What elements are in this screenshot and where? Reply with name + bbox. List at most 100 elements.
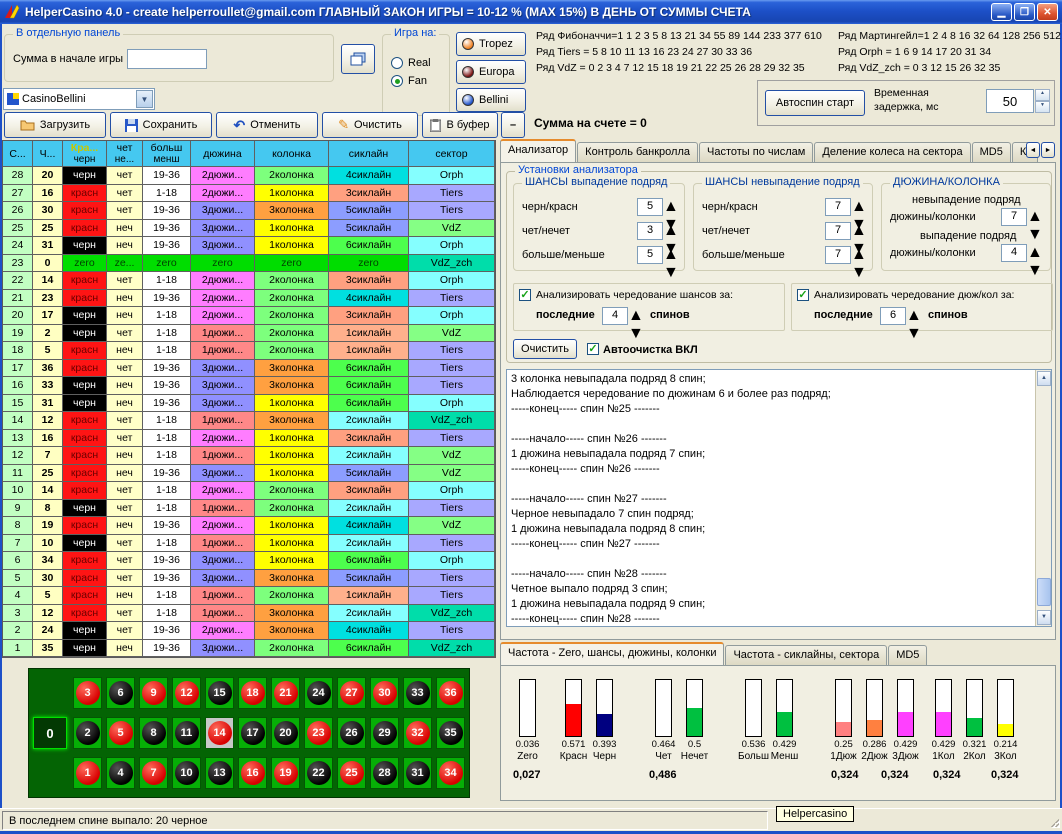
frequency-tab-0[interactable]: Частота - Zero, шансы, дюжины, колонки [500, 642, 724, 665]
dozen-noappear-spinner[interactable]: 7▲▼ [1001, 208, 1042, 226]
board-cell-9[interactable]: 9 [139, 677, 168, 709]
log-scrollbar[interactable]: ▲ ▼ [1035, 370, 1051, 626]
spinner-arrows[interactable]: ▲▼ [663, 198, 678, 216]
board-cell-33[interactable]: 33 [403, 677, 432, 709]
frequency-tab-1[interactable]: Частота - сиклайны, сектора [725, 645, 887, 665]
radio-real[interactable] [391, 57, 403, 69]
dozen-appear-spinner[interactable]: 4▲▼ [1001, 244, 1042, 262]
alternation-chances-checkbox[interactable]: ✓ [519, 289, 531, 301]
chances-noappear-spinner[interactable]: 7▲▼ [825, 222, 866, 240]
start-sum-input[interactable] [127, 49, 207, 69]
resize-grip[interactable] [1047, 815, 1060, 828]
spinner-arrows[interactable]: ▲▼ [663, 246, 678, 264]
board-cell-15[interactable]: 15 [205, 677, 234, 709]
scroll-thumb[interactable] [1037, 578, 1051, 606]
chances-noappear-spinner[interactable]: 7▲▼ [825, 198, 866, 216]
game-radio-option[interactable]: Real [391, 57, 447, 69]
board-cell-16[interactable]: 16 [238, 757, 267, 789]
game-radio-option[interactable]: Fan [391, 75, 447, 87]
board-cell-20[interactable]: 20 [271, 717, 300, 749]
spinner-arrows[interactable]: ▲▼ [663, 222, 678, 240]
board-cell-25[interactable]: 25 [337, 757, 366, 789]
board-cell-2[interactable]: 2 [73, 717, 102, 749]
analyzer-tab-3[interactable]: Деление колеса на сектора [814, 142, 970, 162]
spinner-arrows[interactable]: ▲▼ [851, 246, 866, 264]
chances-noappear-spinner[interactable]: 7▲▼ [825, 246, 866, 264]
load-button[interactable]: Загрузить [4, 112, 106, 138]
analyzer-tab-1[interactable]: Контроль банкролла [577, 142, 698, 162]
board-cell-22[interactable]: 22 [304, 757, 333, 789]
board-cell-4[interactable]: 4 [106, 757, 135, 789]
tab-scroll-right-button[interactable]: ► [1041, 142, 1055, 158]
board-cell-36[interactable]: 36 [436, 677, 465, 709]
spinner-arrows[interactable]: ▲▼ [851, 198, 866, 216]
tab-scroll-left-button[interactable]: ◄ [1026, 142, 1040, 158]
collapse-button[interactable]: – [501, 112, 525, 138]
board-cell-18[interactable]: 18 [238, 677, 267, 709]
board-cell-1[interactable]: 1 [73, 757, 102, 789]
radio-fan[interactable] [391, 75, 403, 87]
autoclear-checkbox[interactable]: ✓ [587, 343, 599, 355]
board-cell-34[interactable]: 34 [436, 757, 465, 789]
spinner-arrows[interactable]: ▲▼ [851, 222, 866, 240]
frequency-tab-2[interactable]: MD5 [888, 645, 927, 665]
board-cell-17[interactable]: 17 [238, 717, 267, 749]
to-buffer-button[interactable]: В буфер [422, 112, 498, 138]
close-button[interactable]: ✕ [1037, 3, 1058, 21]
board-cell-5[interactable]: 5 [106, 717, 135, 749]
board-cell-26[interactable]: 26 [337, 717, 366, 749]
board-cell-11[interactable]: 11 [172, 717, 201, 749]
board-cell-12[interactable]: 12 [172, 677, 201, 709]
board-cell-30[interactable]: 30 [370, 677, 399, 709]
minimize-button[interactable]: ▁ [991, 3, 1012, 21]
casino-button-bellini[interactable]: Bellini [456, 88, 526, 112]
board-cell-3[interactable]: 3 [73, 677, 102, 709]
board-cell-zero[interactable]: 0 [33, 717, 67, 749]
analyzer-log[interactable]: 3 колонка невыпадала подряд 8 спин; Набл… [506, 369, 1052, 627]
analyzer-clear-button[interactable]: Очистить [513, 339, 577, 359]
autospin-start-button[interactable]: Автоспин старт [765, 90, 865, 116]
maximize-button[interactable]: ❐ [1014, 3, 1035, 21]
alternation-dozen-checkbox[interactable]: ✓ [797, 289, 809, 301]
combo-dropdown-button[interactable]: ▼ [136, 90, 153, 108]
clear-button[interactable]: ✎ Очистить [322, 112, 418, 138]
scroll-down-button[interactable]: ▼ [1037, 610, 1051, 625]
chances-appear-spinner[interactable]: 5▲▼ [637, 198, 678, 216]
analyzer-tab-4[interactable]: MD5 [972, 142, 1011, 162]
casino-button-europa[interactable]: Europa [456, 60, 526, 84]
board-cell-23[interactable]: 23 [304, 717, 333, 749]
save-button[interactable]: Сохранить [110, 112, 212, 138]
scroll-up-button[interactable]: ▲ [1037, 371, 1051, 386]
analyzer-tab-0[interactable]: Анализатор [500, 139, 576, 162]
board-cell-35[interactable]: 35 [436, 717, 465, 749]
table-row: 230zeroze...zerozerozerozeroVdZ_zch [3, 255, 495, 273]
board-cell-28[interactable]: 28 [370, 757, 399, 789]
board-cell-31[interactable]: 31 [403, 757, 432, 789]
delay-spinner[interactable]: ▲▼ [1035, 89, 1050, 113]
board-cell-19[interactable]: 19 [271, 757, 300, 789]
table-cell: красн [63, 605, 107, 623]
detach-button[interactable] [341, 44, 375, 74]
board-cell-14[interactable]: 14 [205, 717, 234, 749]
chances-appear-spinner[interactable]: 5▲▼ [637, 246, 678, 264]
board-cell-7[interactable]: 7 [139, 757, 168, 789]
board-cell-6[interactable]: 6 [106, 677, 135, 709]
undo-button[interactable]: ↶ Отменить [216, 112, 318, 138]
board-cell-13[interactable]: 13 [205, 757, 234, 789]
board-cell-24[interactable]: 24 [304, 677, 333, 709]
board-cell-8[interactable]: 8 [139, 717, 168, 749]
board-cell-10[interactable]: 10 [172, 757, 201, 789]
board-cell-29[interactable]: 29 [370, 717, 399, 749]
casino-button-tropez[interactable]: Tropez [456, 32, 526, 56]
casino-button-label: Europa [479, 66, 514, 78]
red-chip: 30 [373, 681, 397, 705]
last-spins-spinner-2[interactable]: 6▲▼ [880, 307, 921, 325]
casino-combobox[interactable]: CasinoBellini ▼ [3, 88, 155, 110]
board-cell-21[interactable]: 21 [271, 677, 300, 709]
board-cell-32[interactable]: 32 [403, 717, 432, 749]
chances-appear-spinner[interactable]: 3▲▼ [637, 222, 678, 240]
last-spins-spinner-1[interactable]: 4▲▼ [602, 307, 643, 325]
delay-input[interactable] [986, 89, 1034, 113]
board-cell-27[interactable]: 27 [337, 677, 366, 709]
analyzer-tab-2[interactable]: Частоты по числам [699, 142, 813, 162]
